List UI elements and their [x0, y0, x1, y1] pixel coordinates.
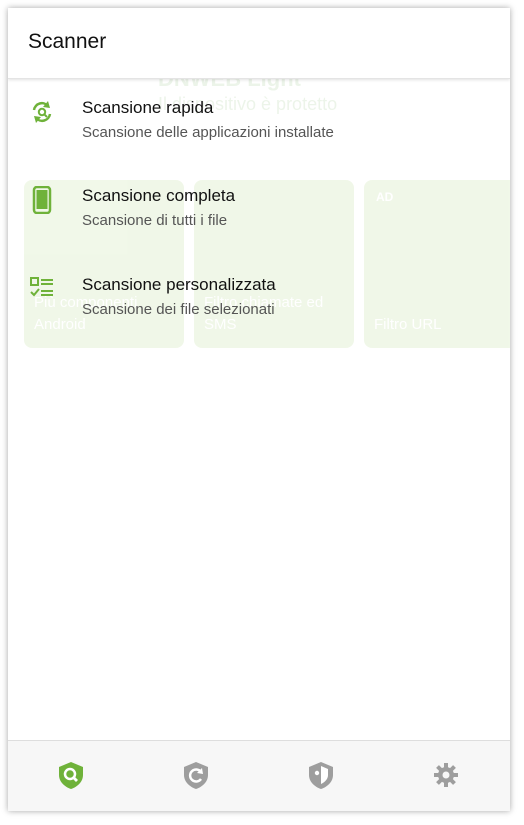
menu-item-label: Scansione rapida: [82, 98, 214, 117]
menu-item-custom-scan[interactable]: Scansione personalizzata Scansione dei f…: [8, 275, 510, 355]
menu-item-full-scan[interactable]: Scansione completa Scansione di tutti i …: [8, 185, 510, 266]
checklist-icon: [28, 275, 56, 303]
nav-tab-update[interactable]: [176, 755, 216, 795]
settings-gear-icon: [434, 763, 458, 787]
menu-item-description: Scansione delle applicazioni installate: [82, 124, 334, 141]
nav-tab-security[interactable]: [301, 755, 341, 795]
menu-item-description: Scansione dei file selezionati: [82, 301, 275, 318]
top-app-bar: Scanner: [8, 8, 510, 79]
nav-tab-settings[interactable]: [426, 755, 466, 795]
smartphone-icon: [28, 185, 56, 215]
security-shield-icon: [309, 762, 333, 789]
page-title: Scanner: [28, 30, 107, 53]
menu-item-description: Scansione di tutti i file: [82, 212, 228, 229]
menu-item-label: Scansione completa: [82, 186, 236, 205]
refresh-search-icon: [28, 98, 56, 126]
scanner-search-shield-icon: [59, 762, 83, 789]
menu-item-label: Scansione personalizzata: [82, 275, 276, 294]
bottom-navigation: [8, 740, 510, 811]
nav-tab-scanner[interactable]: [51, 755, 91, 795]
menu-item-quick-scan[interactable]: Scansione rapida Scansione delle applica…: [8, 98, 510, 178]
update-shield-icon: [184, 762, 208, 789]
app-window: DNWEB Light Il dispositivo è protetto Pi…: [8, 8, 510, 811]
